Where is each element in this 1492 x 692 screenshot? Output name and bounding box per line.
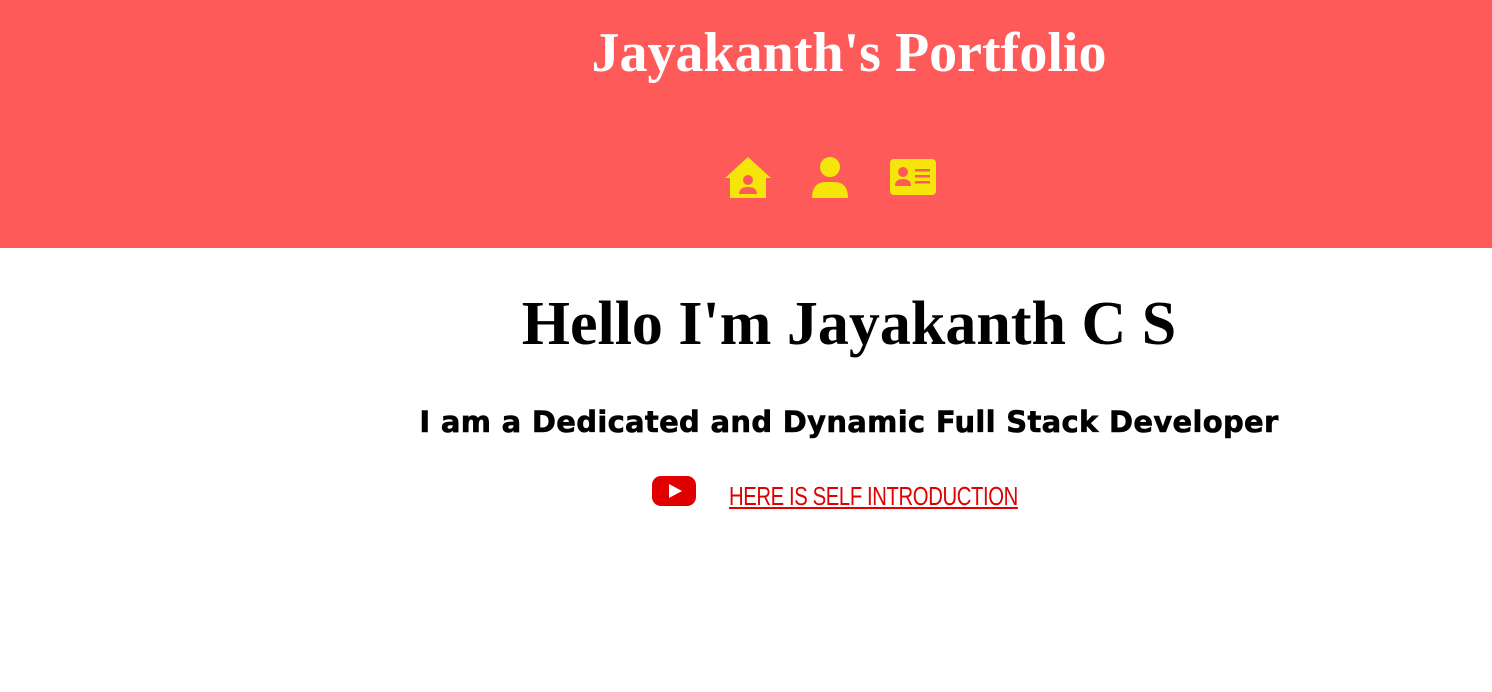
user-icon [804, 152, 856, 204]
nav-home-link[interactable] [722, 152, 774, 204]
hero-subheading: I am a Dedicated and Dynamic Full Stack … [419, 405, 1279, 440]
nav-bar [0, 152, 1492, 204]
page-header: Jayakanth's Portfolio [0, 0, 1492, 248]
nav-contact-link[interactable] [887, 152, 939, 204]
self-introduction-link[interactable]: HERE IS SELF INTRODUCTION [729, 478, 1018, 514]
site-title: Jayakanth's Portfolio [591, 22, 1107, 84]
address-card-icon [887, 152, 939, 204]
house-user-icon [722, 152, 774, 204]
youtube-icon[interactable] [652, 475, 696, 507]
hero-heading: Hello I'm Jayakanth C S [521, 290, 1177, 358]
nav-about-link[interactable] [804, 152, 856, 204]
